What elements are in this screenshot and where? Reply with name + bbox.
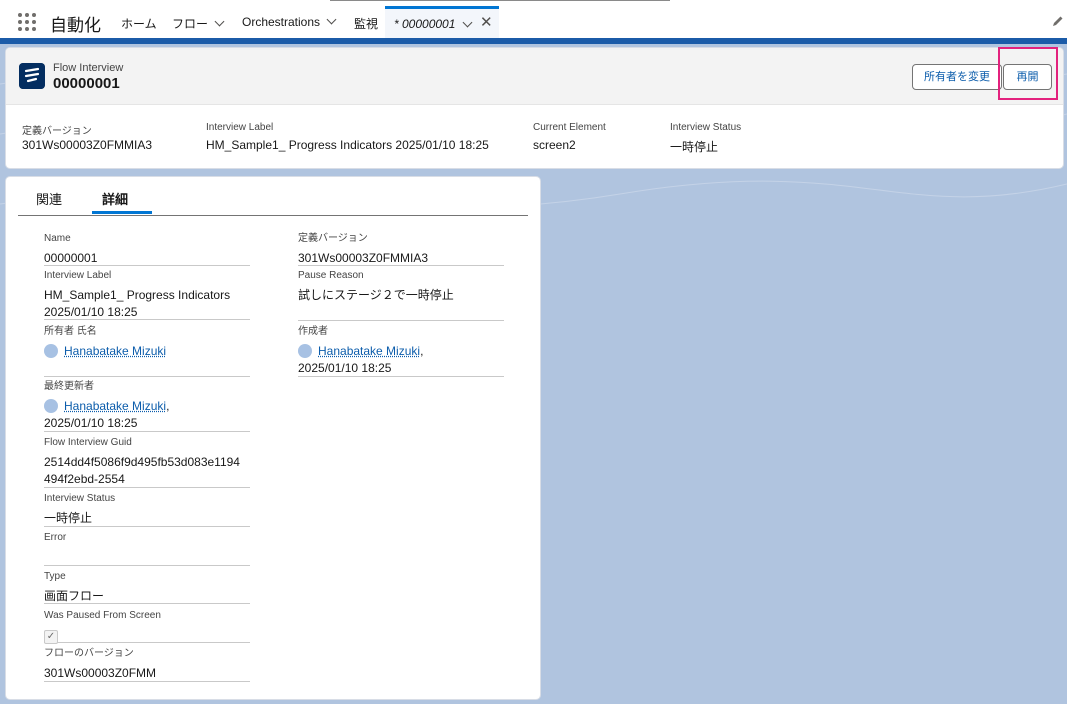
nav-item-flow[interactable]: フロー [172, 15, 225, 32]
global-navigation: 自動化 ホーム フロー Orchestrations 監視 * 00000001… [0, 0, 1067, 39]
field-definition-version: 定義バージョン 301Ws00003Z0FMMIA3 [298, 232, 504, 266]
field-owner: 所有者 氏名 Hanabatake Mizuki [44, 325, 250, 377]
created-by-user-link[interactable]: Hanabatake Mizuki [318, 344, 420, 358]
field-value: 画面フロー [44, 589, 105, 603]
field-label: Was Paused From Screen [44, 610, 161, 621]
field-type: Type 画面フロー [44, 570, 250, 604]
record-tabs: 関連 詳細 [18, 177, 528, 216]
field-created-by: 作成者 Hanabatake Mizuki, 2025/01/10 18:25 [298, 325, 504, 377]
field-pause-reason: Pause Reason 試しにステージ２で一時停止 [298, 269, 504, 321]
field-value-line: HM_Sample1_ Progress Indicators [44, 288, 231, 302]
field-value-date: 2025/01/10 18:25 [298, 361, 392, 375]
field-label: Flow Interview Guid [44, 437, 132, 448]
field-last-modified-by: 最終更新者 Hanabatake Mizuki, 2025/01/10 18:2… [44, 380, 250, 432]
user-avatar-icon [44, 343, 58, 358]
highlight-field-value: 一時停止 [670, 140, 719, 154]
details-card: 関連 詳細 Name 00000001 Interview Label HM_S… [6, 177, 540, 699]
record-header [6, 48, 1063, 105]
field-value: Hanabatake Mizuki, 2025/01/10 18:25 [298, 343, 504, 377]
field-label: 所有者 氏名 [44, 326, 97, 337]
nav-item-flow-label: フロー [172, 17, 209, 31]
field-label: 最終更新者 [44, 381, 94, 392]
highlight-field-label: Current Element [533, 122, 606, 133]
chevron-down-icon[interactable] [214, 16, 225, 27]
user-avatar-icon [44, 398, 58, 413]
highlight-field-label: Interview Status [670, 122, 742, 133]
field-label: Interview Status [44, 493, 116, 504]
checkbox-checked-icon: ✓ [44, 630, 58, 644]
chevron-down-icon[interactable] [462, 17, 473, 28]
field-name: Name 00000001 [44, 232, 250, 266]
owner-user-link[interactable]: Hanabatake Mizuki [64, 344, 166, 358]
app-launcher-icon[interactable] [18, 13, 36, 31]
field-value: Hanabatake Mizuki [44, 343, 250, 360]
object-type-label: Flow Interview [53, 62, 124, 74]
field-label: 定義バージョン [298, 233, 368, 244]
field-was-paused-from-screen: Was Paused From Screen ✓ [44, 609, 250, 644]
field-value: 一時停止 [44, 511, 93, 525]
field-label: 作成者 [298, 326, 328, 337]
field-flow-interview-guid: Flow Interview Guid 2514dd4f5086f9d495fb… [44, 436, 250, 488]
field-label: Pause Reason [298, 270, 364, 281]
field-value-line: 2025/01/10 18:25 [44, 305, 138, 319]
field-label: Interview Label [44, 270, 112, 281]
field-value: 2514dd4f5086f9d495fb53d083e1194 494f2ebd… [44, 454, 250, 488]
field-value-line: 2514dd4f5086f9d495fb53d083e1194 [44, 455, 240, 469]
tab-related[interactable]: 関連 [36, 189, 62, 208]
highlight-field-label: 定義バージョン [22, 126, 92, 137]
field-interview-label: Interview Label HM_Sample1_ Progress Ind… [44, 269, 250, 320]
field-value: ✓ [44, 627, 250, 644]
highlight-field-value: 301Ws00003Z0FMMIA3 [22, 138, 153, 152]
field-flow-version: フローのバージョン 301Ws00003Z0FMM [44, 647, 250, 682]
field-interview-status: Interview Status 一時停止 [44, 492, 250, 527]
field-label: Name [44, 233, 71, 244]
field-value: 301Ws00003Z0FMM [44, 666, 157, 680]
field-label: Type [44, 571, 66, 582]
highlight-field-value: screen2 [533, 138, 576, 152]
field-error: Error [44, 531, 250, 566]
active-tab-indicator [92, 211, 152, 214]
field-value-line: 494f2ebd-2554 [44, 472, 125, 486]
highlight-field-value: HM_Sample1_ Progress Indicators 2025/01/… [206, 138, 489, 152]
tab-record-label: * 00000001 [394, 17, 456, 31]
nav-item-orchestrations[interactable]: Orchestrations [242, 14, 337, 29]
record-title: 00000001 [53, 75, 120, 92]
user-avatar-icon [298, 343, 312, 358]
app-name: 自動化 [50, 16, 101, 35]
tab-details[interactable]: 詳細 [102, 189, 128, 208]
field-value: 301Ws00003Z0FMMIA3 [298, 251, 429, 265]
annotation-highlight-box [998, 47, 1058, 100]
change-owner-button[interactable]: 所有者を変更 [912, 64, 1002, 90]
nav-item-home[interactable]: ホーム [121, 15, 157, 32]
field-label: Error [44, 532, 67, 543]
top-divider [330, 0, 670, 1]
nav-item-orchestrations-label: Orchestrations [242, 15, 321, 29]
field-value: 試しにステージ２で一時停止 [298, 288, 454, 302]
chevron-down-icon[interactable] [326, 14, 337, 25]
field-value-date: 2025/01/10 18:25 [44, 416, 138, 430]
field-value: HM_Sample1_ Progress Indicators 2025/01/… [44, 287, 250, 321]
tab-record-00000001[interactable]: * 00000001 ✕ [385, 6, 499, 38]
close-icon[interactable]: ✕ [480, 13, 493, 31]
last-modified-user-link[interactable]: Hanabatake Mizuki [64, 399, 166, 413]
field-value: 00000001 [44, 251, 98, 265]
highlight-field-label: Interview Label [206, 122, 274, 133]
flow-interview-icon [19, 63, 45, 89]
nav-item-monitoring[interactable]: 監視 [354, 15, 378, 32]
field-value: Hanabatake Mizuki, 2025/01/10 18:25 [44, 398, 250, 432]
edit-nav-pencil-icon[interactable] [1052, 15, 1064, 27]
field-label: フローのバージョン [44, 648, 134, 659]
